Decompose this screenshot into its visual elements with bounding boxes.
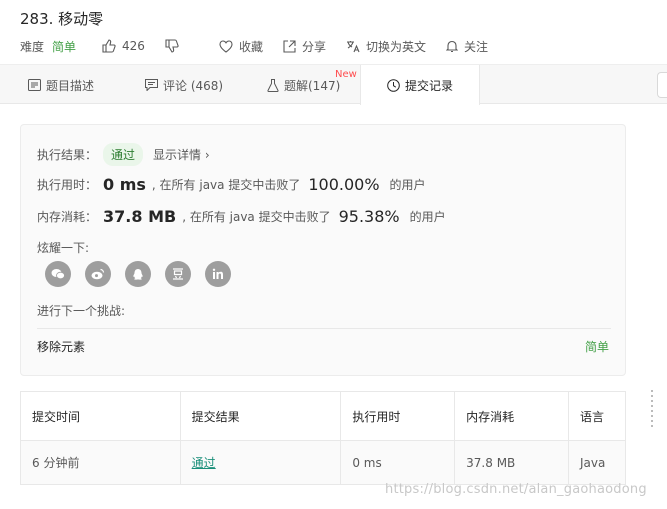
tab-comments[interactable]: 评论 (468) <box>145 65 223 105</box>
table-row: 6 分钟前 通过 0 ms 37.8 MB Java <box>20 440 627 485</box>
show-details-link[interactable]: 显示详情 › <box>153 146 210 163</box>
header-memory: 内存消耗 <box>454 391 569 441</box>
like-count: 426 <box>122 39 145 53</box>
result-link[interactable]: 通过 <box>192 456 216 470</box>
difficulty-label: 难度 <box>20 39 45 54</box>
tab-submissions[interactable]: 提交记录 <box>360 65 480 105</box>
runtime-suffix: 的用户 <box>389 178 426 192</box>
share-label: 炫耀一下: <box>37 241 90 255</box>
runtime-percentile: 100.00% <box>308 175 380 194</box>
header-result: 提交结果 <box>179 391 342 441</box>
header-time: 提交时间 <box>20 391 181 441</box>
share-icon <box>283 39 296 53</box>
cell-memory: 37.8 MB <box>454 440 569 485</box>
status-row: 执行结果： 通过 显示详情 › <box>37 143 210 166</box>
tab-submissions-label: 提交记录 <box>404 78 453 93</box>
memory-row: 内存消耗： 37.8 MB , 在所有 java 提交中击败了 95.38% 的… <box>37 207 446 226</box>
linkedin-icon[interactable] <box>205 261 231 287</box>
description-icon <box>28 79 41 91</box>
tab-comments-label: 评论 (468) <box>163 78 224 93</box>
wechat-icon[interactable] <box>45 261 71 287</box>
translate-label: 切换为英文 <box>365 39 426 54</box>
problem-title: 283. 移动零 <box>20 10 104 28</box>
next-challenge-label: 进行下一个挑战: <box>37 304 126 318</box>
difficulty: 难度 简单 <box>20 38 76 55</box>
next-problem-difficulty: 简单 <box>584 340 609 354</box>
new-badge: New <box>335 69 357 80</box>
clock-icon <box>387 78 400 92</box>
tab-solutions-label: 题解(147) <box>284 78 341 93</box>
runtime-row: 执行用时： 0 ms , 在所有 java 提交中击败了 100.00% 的用户 <box>37 175 426 194</box>
tab-bar: 题目描述 评论 (468) 题解(147) New 提交记录 <box>0 64 667 105</box>
favorite-button[interactable]: 收藏 <box>219 38 263 55</box>
memory-value: 37.8 MB <box>103 207 177 226</box>
watermark: https://blog.csdn.net/alan_gaohaodong <box>385 482 647 497</box>
header-language: 语言 <box>567 391 627 441</box>
result-card: 执行结果： 通过 显示详情 › 执行用时： 0 ms , 在所有 java 提交… <box>20 124 626 376</box>
weibo-icon[interactable] <box>85 261 111 287</box>
qq-icon[interactable] <box>125 261 151 287</box>
cell-result: 通过 <box>179 440 342 485</box>
runtime-value: 0 ms <box>103 175 146 194</box>
runtime-text: , 在所有 java 提交中击败了 <box>151 178 301 192</box>
memory-text: , 在所有 java 提交中击败了 <box>182 210 331 224</box>
side-panel-toggle[interactable] <box>657 72 667 98</box>
cell-runtime: 0 ms <box>340 440 456 485</box>
tab-description[interactable]: 题目描述 <box>28 65 94 105</box>
scroll-handle[interactable] <box>650 390 654 440</box>
douban-icon[interactable] <box>165 261 191 287</box>
share-label: 分享 <box>301 39 326 54</box>
dislike-button[interactable] <box>165 39 185 53</box>
status-label: 执行结果： <box>37 148 98 162</box>
table-header-row: 提交时间 提交结果 执行用时 内存消耗 语言 <box>20 391 627 441</box>
follow-label: 关注 <box>463 39 488 54</box>
bell-icon <box>445 40 458 52</box>
problem-toolbar: 难度 简单 426 收藏 分享 切换为英文 关注 <box>20 37 508 55</box>
share-icons <box>45 261 245 287</box>
memory-suffix: 的用户 <box>409 210 446 224</box>
memory-percentile: 95.38% <box>338 207 400 226</box>
memory-label: 内存消耗： <box>37 210 98 224</box>
thumbs-up-icon <box>102 39 116 53</box>
next-problem-link[interactable]: 移除元素 <box>37 338 85 355</box>
comment-icon <box>145 79 158 91</box>
header-runtime: 执行用时 <box>340 391 456 441</box>
difficulty-value: 简单 <box>52 39 77 54</box>
favorite-label: 收藏 <box>238 39 263 54</box>
translate-button[interactable]: 切换为英文 <box>346 38 426 55</box>
cell-time: 6 分钟前 <box>20 440 181 485</box>
thumbs-down-icon <box>165 39 179 53</box>
flask-icon <box>267 78 279 92</box>
status-badge: 通过 <box>103 143 144 166</box>
submissions-table: 提交时间 提交结果 执行用时 内存消耗 语言 6 分钟前 通过 0 ms 37.… <box>20 391 627 485</box>
translate-icon <box>346 40 360 52</box>
divider <box>37 328 611 329</box>
follow-button[interactable]: 关注 <box>445 38 488 55</box>
heart-icon <box>219 39 233 53</box>
tab-solutions[interactable]: 题解(147) <box>267 65 340 105</box>
tab-description-label: 题目描述 <box>46 78 95 93</box>
share-button[interactable]: 分享 <box>283 38 326 55</box>
like-button[interactable]: 426 <box>102 39 145 53</box>
cell-language: Java <box>567 440 627 485</box>
runtime-label: 执行用时： <box>37 178 98 192</box>
